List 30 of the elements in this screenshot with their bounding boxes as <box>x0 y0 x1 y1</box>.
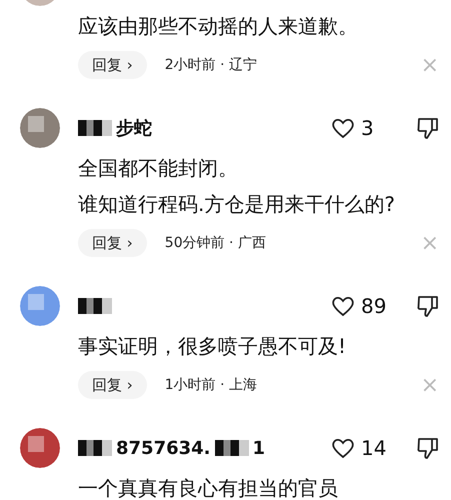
reply-button[interactable]: 回复 › <box>78 229 147 257</box>
comment-meta: 1小时前 · 上海 <box>164 376 258 394</box>
heart-icon[interactable] <box>331 117 355 139</box>
comment-text: 全国都不能封闭。 <box>78 155 239 182</box>
thumbs-down-icon[interactable] <box>417 436 439 460</box>
username: 1 <box>252 438 266 458</box>
redaction-mark <box>214 440 249 456</box>
thumbs-down-icon[interactable] <box>417 294 439 318</box>
thumbs-down-icon[interactable] <box>417 116 439 140</box>
avatar-icon[interactable] <box>20 286 60 326</box>
comment-text: 谁知道行程码.方仓是用来干什么的? <box>78 191 396 218</box>
comment-meta: 50分钟前 · 广西 <box>164 234 267 252</box>
heart-icon[interactable] <box>331 437 355 459</box>
username: 8757634. <box>116 438 211 458</box>
like-count: 89 <box>361 294 386 318</box>
avatar-icon[interactable] <box>20 108 60 148</box>
comment-meta: 2小时前 · 辽宁 <box>164 56 258 74</box>
comment-text: 一个真真有良心有担当的官员 <box>78 475 339 500</box>
avatar-icon[interactable] <box>20 428 60 468</box>
heart-icon[interactable] <box>331 295 355 317</box>
like-count: 14 <box>361 436 386 460</box>
like-count: 3 <box>361 116 374 140</box>
username: 步蛇 <box>116 117 152 140</box>
reply-button[interactable]: 回复 › <box>78 51 147 79</box>
redaction-mark <box>78 120 112 136</box>
redaction-mark <box>78 440 112 456</box>
comment-text: 事实证明，很多喷子愚不可及! <box>78 333 348 360</box>
reply-button[interactable]: 回复 › <box>78 371 147 399</box>
redaction-mark <box>78 298 112 314</box>
comment-text: 应该由那些不动摇的人来道歉。 <box>78 13 359 40</box>
